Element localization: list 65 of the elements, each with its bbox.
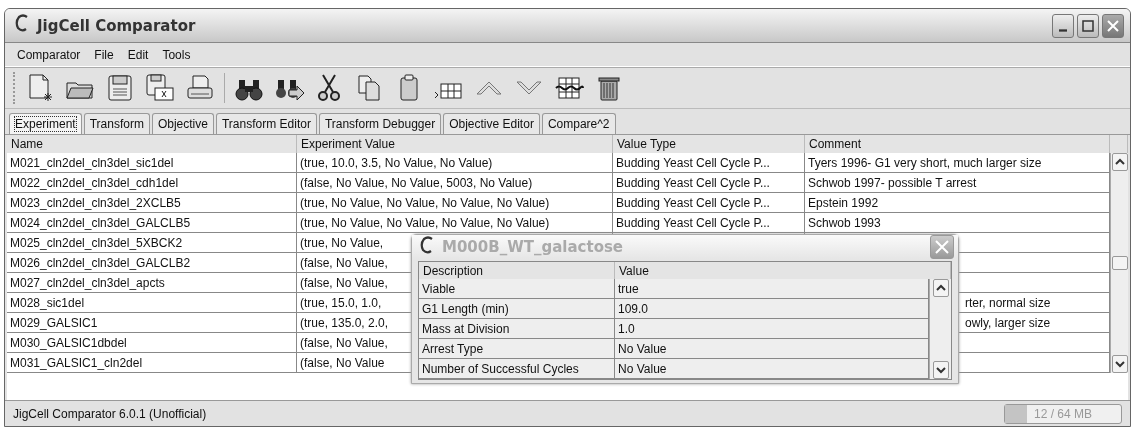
close-button[interactable] [930,235,954,259]
close-icon [935,240,949,254]
menu-item[interactable]: Comparator [11,45,87,64]
save-as-icon[interactable] [144,71,176,104]
table-cell: Viable [419,279,615,299]
table-cell: M027_cln2del_cln3del_apcts [7,273,297,293]
maximize-icon [1082,19,1094,32]
table-cell: Budding Yeast Cell Cycle P... [613,213,805,233]
app-logo-icon [15,14,29,32]
table-cell: M031_GALSIC1_cln2del [7,353,297,373]
table-cell: M026_cln2del_cln3del_GALCLB2 [7,253,297,273]
status-text: JigCell Comparator 6.0.1 (Unofficial) [13,406,207,421]
close-button[interactable] [1102,13,1124,38]
column-header[interactable]: Comment [805,135,1110,153]
table-cell: M023_cln2del_cln3del_2XCLB5 [7,193,297,213]
menu-item[interactable]: Tools [156,45,197,64]
table-cell: M021_cln2del_cln3del_sic1del [7,153,297,173]
memory-reading: 12 / 64 MB [1034,406,1092,421]
table-cell: (true, No Value, No Value, No Value, No Value) [297,213,613,233]
table-cell: Number of Successful Cycles [419,359,615,379]
tab[interactable]: Transform Editor [215,113,317,134]
tab[interactable]: Transform [83,113,150,134]
table-cell: (true, 10.0, 3.5, No Value, No Value) [297,153,613,173]
table-cell: Arrest Type [419,339,615,359]
caret-down-icon [1114,360,1125,368]
tab[interactable]: Compare^2 [541,113,616,134]
table-cell: M022_cln2del_cln3del_cdh1del [7,173,297,193]
minimize-button[interactable] [1052,13,1074,38]
menu-item[interactable]: File [88,45,120,64]
tab[interactable]: Transform Debugger [318,113,442,134]
table-row[interactable]: M023_cln2del_cln3del_2XCLB5 (true, No Value, No Value, No Value, No Value) Budding Yeast Cell Cycle P... Epstein 1992 [7,193,1110,213]
close-icon [1107,19,1119,32]
table-cell: M028_sic1del [7,293,297,313]
tab[interactable]: Objective Editor [443,113,540,134]
table-row[interactable]: M021_cln2del_cln3del_sic1del (true, 10.0, 3.5, No Value, No Value) Budding Yeast Cell Cycle P... Tyers 1996- G1 very short, much larger size [7,153,1110,173]
table-cell: Mass at Division [419,319,615,339]
table-cell: Budding Yeast Cell Cycle P... [613,173,805,193]
caret-up-icon [1114,158,1125,166]
column-header[interactable]: Value Type [613,135,805,153]
column-header[interactable]: Description [419,262,615,280]
maximize-button[interactable] [1077,13,1099,38]
table-cell: M030_GALSIC1dbdel [7,333,297,353]
window-title: JigCell Comparator [37,16,197,35]
scroll-thumb[interactable] [1111,256,1128,270]
caret-up-icon [935,284,946,292]
table-cell: (false, No Value, No Value, 5003, No Value) [297,173,613,193]
table-cell: Budding Yeast Cell Cycle P... [613,153,805,173]
table-cell: G1 Length (min) [419,299,615,319]
column-header[interactable]: Experiment Value [297,135,613,153]
table-cell: (true, No Value, No Value, No Value, No Value) [297,193,613,213]
caret-down-icon [935,366,946,374]
tab[interactable]: Experiment [9,113,82,134]
table-row[interactable]: M022_cln2del_cln3del_cdh1del (false, No Value, No Value, 5003, No Value) Budding Yeast Cell Cycle P... Schwob 1997- possible T arrest [7,173,1110,193]
scrollbar[interactable] [929,279,951,379]
column-header[interactable]: Name [7,135,297,153]
app-logo-icon [420,235,434,254]
table-cell: M025_cln2del_cln3del_5XBCK2 [7,233,297,253]
table-row[interactable]: M024_cln2del_cln3del_GALCLB5 (true, No Value, No Value, No Value, No Value) Budding Yeast Cell Cycle P... Schwob 1993 [7,213,1110,233]
table-cell: M024_cln2del_cln3del_GALCLB5 [7,213,297,233]
menu-item[interactable]: Edit [121,45,155,64]
minimize-icon [1059,29,1067,32]
table-cell: Budding Yeast Cell Cycle P... [613,193,805,213]
table-cell: M029_GALSIC1 [7,313,297,333]
tab[interactable]: Objective [151,113,214,134]
scrollbar[interactable] [1110,153,1128,373]
